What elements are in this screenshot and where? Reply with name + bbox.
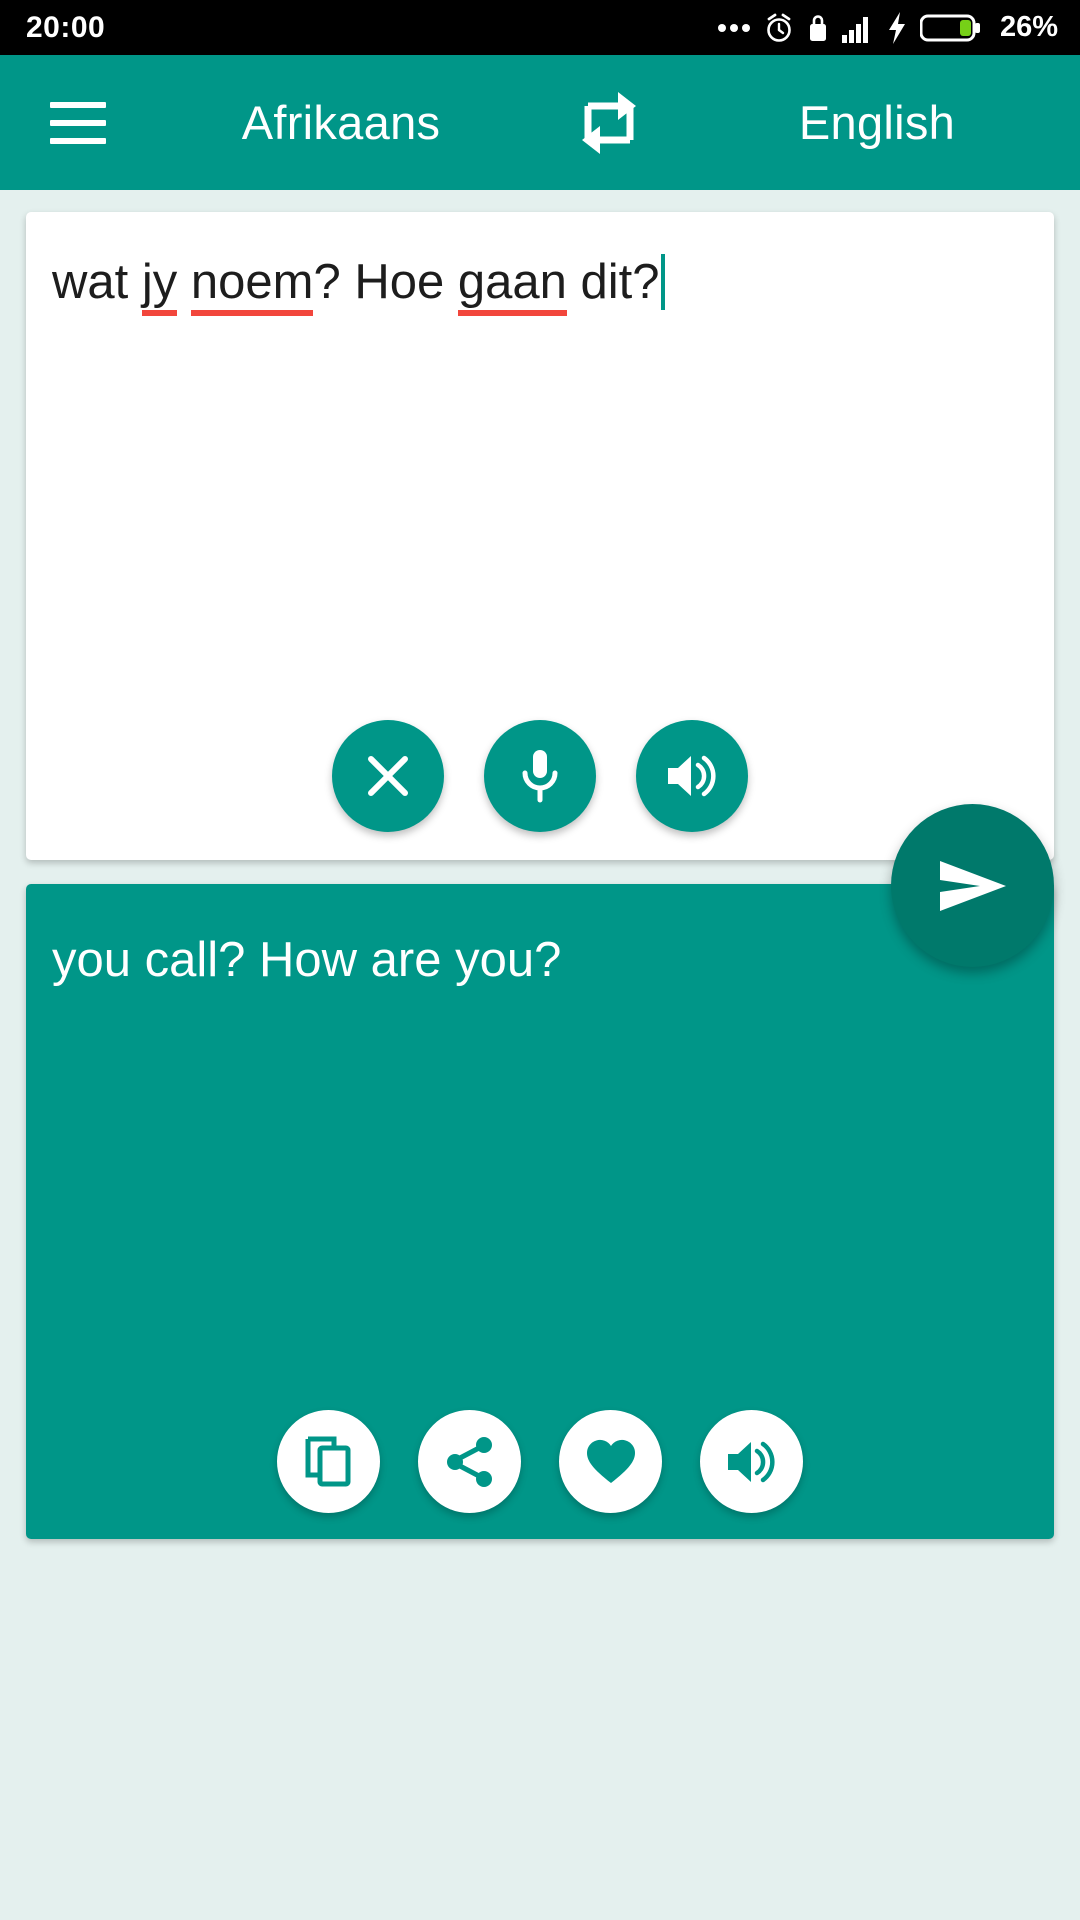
source-text-part-1: wat <box>52 255 142 309</box>
source-text-card[interactable]: wat jy noem? Hoe gaan dit? <box>26 212 1054 860</box>
status-bar: 20:00 26% <box>0 0 1080 55</box>
lock-icon <box>807 13 829 43</box>
misspelled-word-gaan[interactable]: gaan <box>457 255 567 316</box>
source-text-input[interactable]: wat jy noem? Hoe gaan dit? <box>52 252 1024 316</box>
battery-percentage: 26% <box>999 11 1058 43</box>
speak-source-button[interactable] <box>636 720 748 832</box>
menu-icon[interactable] <box>18 101 138 144</box>
menu-bar-2 <box>50 119 106 126</box>
source-text-part-2 <box>177 255 191 309</box>
status-bar-clock: 20:00 <box>26 10 106 44</box>
translated-text: you call? How are you? <box>52 933 562 987</box>
battery-icon <box>919 13 982 43</box>
source-text-part-4: dit? <box>566 255 660 309</box>
source-action-bar <box>26 720 1054 832</box>
text-cursor <box>661 254 666 310</box>
signal-bars-icon <box>841 13 874 43</box>
speak-target-button[interactable] <box>700 1410 803 1513</box>
more-dots-icon <box>717 22 751 34</box>
app-bar: Afrikaans English <box>0 55 1080 190</box>
menu-bar-3 <box>50 137 106 144</box>
target-language-selector[interactable]: English <box>674 95 1080 150</box>
target-text-card[interactable]: you call? How are you? <box>26 884 1054 1539</box>
status-bar-icons: 26% <box>717 11 1058 44</box>
charging-bolt-icon <box>887 11 907 44</box>
favorite-button[interactable] <box>559 1410 662 1513</box>
translation-content: wat jy noem? Hoe gaan dit? you call? How… <box>0 190 1080 1920</box>
copy-button[interactable] <box>277 1410 380 1513</box>
swap-languages-icon[interactable] <box>544 86 674 160</box>
clear-button[interactable] <box>332 720 444 832</box>
target-action-bar <box>26 1410 1054 1513</box>
misspelled-word-noem[interactable]: noem <box>190 255 314 316</box>
microphone-button[interactable] <box>484 720 596 832</box>
share-button[interactable] <box>418 1410 521 1513</box>
menu-bar-1 <box>50 101 106 108</box>
misspelled-word-jy[interactable]: jy <box>141 255 178 316</box>
source-text-part-3: ? Hoe <box>313 255 458 309</box>
alarm-clock-icon <box>764 12 794 44</box>
send-button[interactable] <box>891 804 1054 967</box>
source-language-selector[interactable]: Afrikaans <box>138 95 544 150</box>
